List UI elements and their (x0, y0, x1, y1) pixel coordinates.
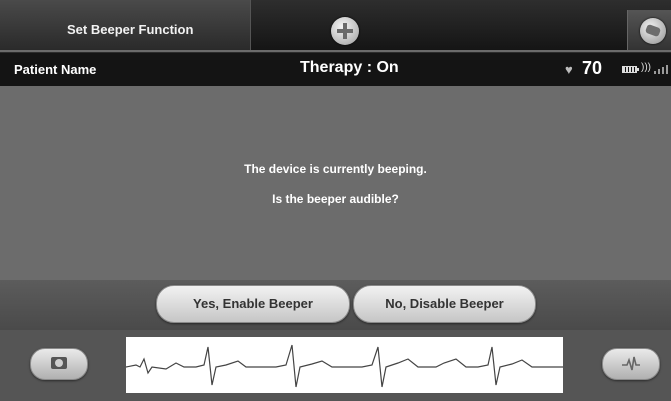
camera-icon (51, 357, 67, 369)
pulse-marker-icon (622, 356, 640, 371)
heart-rate: 70 (582, 58, 603, 78)
snapshot-button[interactable] (30, 348, 88, 380)
marker-button[interactable] (602, 348, 660, 380)
heart-icon: ♥ (565, 62, 573, 77)
enable-beeper-button[interactable]: Yes, Enable Beeper (156, 285, 350, 323)
action-bar: Yes, Enable Beeper No, Disable Beeper (0, 280, 671, 330)
status-bar: Patient Name Therapy : On ♥ 70 ))) (0, 52, 671, 87)
patient-name: Patient Name (14, 62, 97, 77)
ecg-strip (125, 337, 563, 393)
battery-icon (622, 66, 639, 73)
main-panel: The device is currently beeping. Is the … (0, 86, 671, 280)
plus-circle-icon[interactable] (331, 17, 359, 45)
therapy-status: Therapy : On (300, 59, 399, 76)
title-tab: Set Beeper Function (0, 0, 251, 50)
programmer-wand-button[interactable] (627, 10, 671, 50)
beeping-message: The device is currently beeping. (244, 162, 427, 176)
ecg-trace (125, 344, 563, 388)
programmer-wand-icon (640, 18, 666, 44)
screen-title: Set Beeper Function (67, 22, 194, 37)
wifi-icon: ))) (641, 62, 651, 73)
signal-bars-icon (654, 65, 671, 74)
audible-question: Is the beeper audible? (272, 192, 399, 206)
disable-beeper-button[interactable]: No, Disable Beeper (353, 285, 536, 323)
top-bar: Set Beeper Function (0, 0, 671, 50)
ecg-bar (0, 330, 671, 401)
